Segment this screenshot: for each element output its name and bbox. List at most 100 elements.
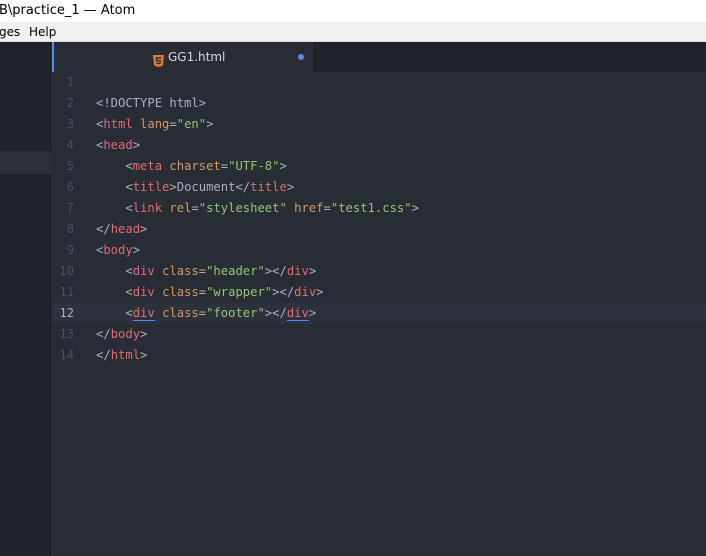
html5-icon	[153, 52, 164, 67]
code-token-pun: >	[140, 327, 148, 341]
line-number-gutter[interactable]: 1 2 3 4 5 6 7 8 9 10 11 12 13 14	[52, 72, 82, 556]
code-token-pun: =	[198, 264, 207, 278]
code-token-str: "test1.css"	[330, 201, 412, 215]
code-token-txt: Document	[176, 180, 236, 194]
code-token-attr: class	[162, 306, 199, 320]
code-token-tag: body	[110, 327, 141, 341]
code-token-attr: href	[294, 201, 324, 215]
code-token-attr: lang	[140, 117, 170, 131]
code-line[interactable]: <meta charset="UTF-8">	[96, 156, 287, 177]
line-number[interactable]: 10	[52, 261, 74, 282]
line-number[interactable]: 8	[52, 219, 74, 240]
menu-bar: ges Help	[0, 22, 706, 42]
code-line[interactable]: <div class="footer"></div>	[96, 303, 316, 324]
code-token-tag: meta	[132, 159, 163, 173]
code-token-pun: >	[286, 180, 295, 194]
code-token-tag: div	[294, 285, 317, 299]
code-line[interactable]: </html>	[96, 345, 147, 366]
line-number[interactable]: 12	[52, 303, 74, 324]
code-token-pun: >	[279, 159, 287, 173]
code-token-str: "footer"	[206, 306, 265, 320]
code-token-str: "wrapper"	[206, 285, 273, 299]
code-token-tag: link	[132, 201, 163, 215]
code-token-pun: </	[235, 180, 251, 194]
line-number[interactable]: 2	[52, 93, 74, 114]
code-line[interactable]: <link rel="stylesheet" href="test1.css">	[96, 198, 419, 219]
code-token-tag: div	[132, 306, 155, 321]
code-token-tag: head	[103, 138, 133, 152]
code-token-str: "en"	[176, 117, 207, 131]
code-line[interactable]: </body>	[96, 324, 147, 345]
code-token-pun: >	[206, 117, 214, 131]
code-token-pun: =	[198, 306, 207, 320]
line-number[interactable]: 13	[52, 324, 74, 345]
line-number[interactable]: 1	[52, 72, 74, 93]
code-token-attr: charset	[169, 159, 221, 173]
tab-title: GG1.html	[168, 50, 226, 64]
menu-item-packages[interactable]: ges	[0, 22, 20, 42]
code-token-pun: <	[125, 159, 133, 173]
code-line[interactable]: <div class="header"></div>	[96, 261, 316, 282]
code-line[interactable]: <html lang="en">	[96, 114, 213, 135]
code-token-tag: head	[110, 222, 141, 236]
code-token-pun: </	[96, 222, 111, 236]
code-line[interactable]: </head>	[96, 219, 147, 240]
tab-bar: GG1.html	[52, 42, 706, 72]
line-number[interactable]: 11	[52, 282, 74, 303]
modified-indicator-icon[interactable]	[298, 54, 304, 60]
code-token-pun: =	[169, 117, 177, 131]
code-token-attr: class	[162, 285, 199, 299]
code-token-pun: ></	[272, 285, 295, 299]
code-token-tag: div	[132, 285, 155, 299]
window-title: B\practice_1 — Atom	[0, 3, 136, 18]
line-number[interactable]: 14	[52, 345, 74, 366]
line-number[interactable]: 9	[52, 240, 74, 261]
code-token-pun: <	[125, 201, 133, 215]
code-token-str: "stylesheet"	[198, 201, 287, 215]
code-token-pun: >	[308, 264, 317, 278]
tree-view-panel[interactable]	[0, 42, 51, 556]
code-line[interactable]: <!DOCTYPE html>	[96, 93, 206, 114]
code-token-pun: =	[191, 201, 199, 215]
code-token-pun: >	[308, 306, 317, 320]
code-editor[interactable]: 1 2 3 4 5 6 7 8 9 10 11 12 13 14 <!DOCTYPE html> <html…	[52, 72, 706, 556]
code-token-pun: >	[169, 180, 177, 194]
code-line[interactable]: <body>	[96, 240, 140, 261]
code-line[interactable]: <head>	[96, 135, 140, 156]
line-number[interactable]: 3	[52, 114, 74, 135]
line-number[interactable]: 7	[52, 198, 74, 219]
code-token-pun: <	[125, 306, 133, 320]
menu-item-help[interactable]: Help	[29, 22, 56, 42]
code-token-pun: =	[198, 285, 207, 299]
line-number[interactable]: 5	[52, 156, 74, 177]
code-token-attr: rel	[169, 201, 192, 215]
code-token-pun: =	[323, 201, 331, 215]
tab-gg1-html[interactable]: GG1.html	[52, 42, 315, 72]
code-token-pun: <	[125, 180, 133, 194]
tree-view-selected-item[interactable]	[0, 151, 51, 174]
code-line[interactable]: <title>Document</title>	[96, 177, 294, 198]
code-token-tag: html	[110, 348, 141, 362]
line-number[interactable]: 4	[52, 135, 74, 156]
code-token-tag: title	[250, 180, 287, 194]
code-token-pun: </	[96, 327, 111, 341]
code-token-pun: <	[125, 285, 133, 299]
code-line[interactable]: <div class="wrapper"></div>	[96, 282, 323, 303]
code-token-tag: div	[286, 306, 309, 321]
line-number[interactable]: 6	[52, 177, 74, 198]
code-token-tag: div	[286, 264, 309, 278]
code-token-pun: >	[132, 138, 141, 152]
code-token-tag: div	[132, 264, 155, 278]
code-token-pun: </	[96, 348, 111, 362]
code-token-pun: ></	[264, 306, 287, 320]
code-token-tag: title	[132, 180, 170, 194]
code-token-pun: <!DOCTYPE html>	[96, 96, 207, 110]
